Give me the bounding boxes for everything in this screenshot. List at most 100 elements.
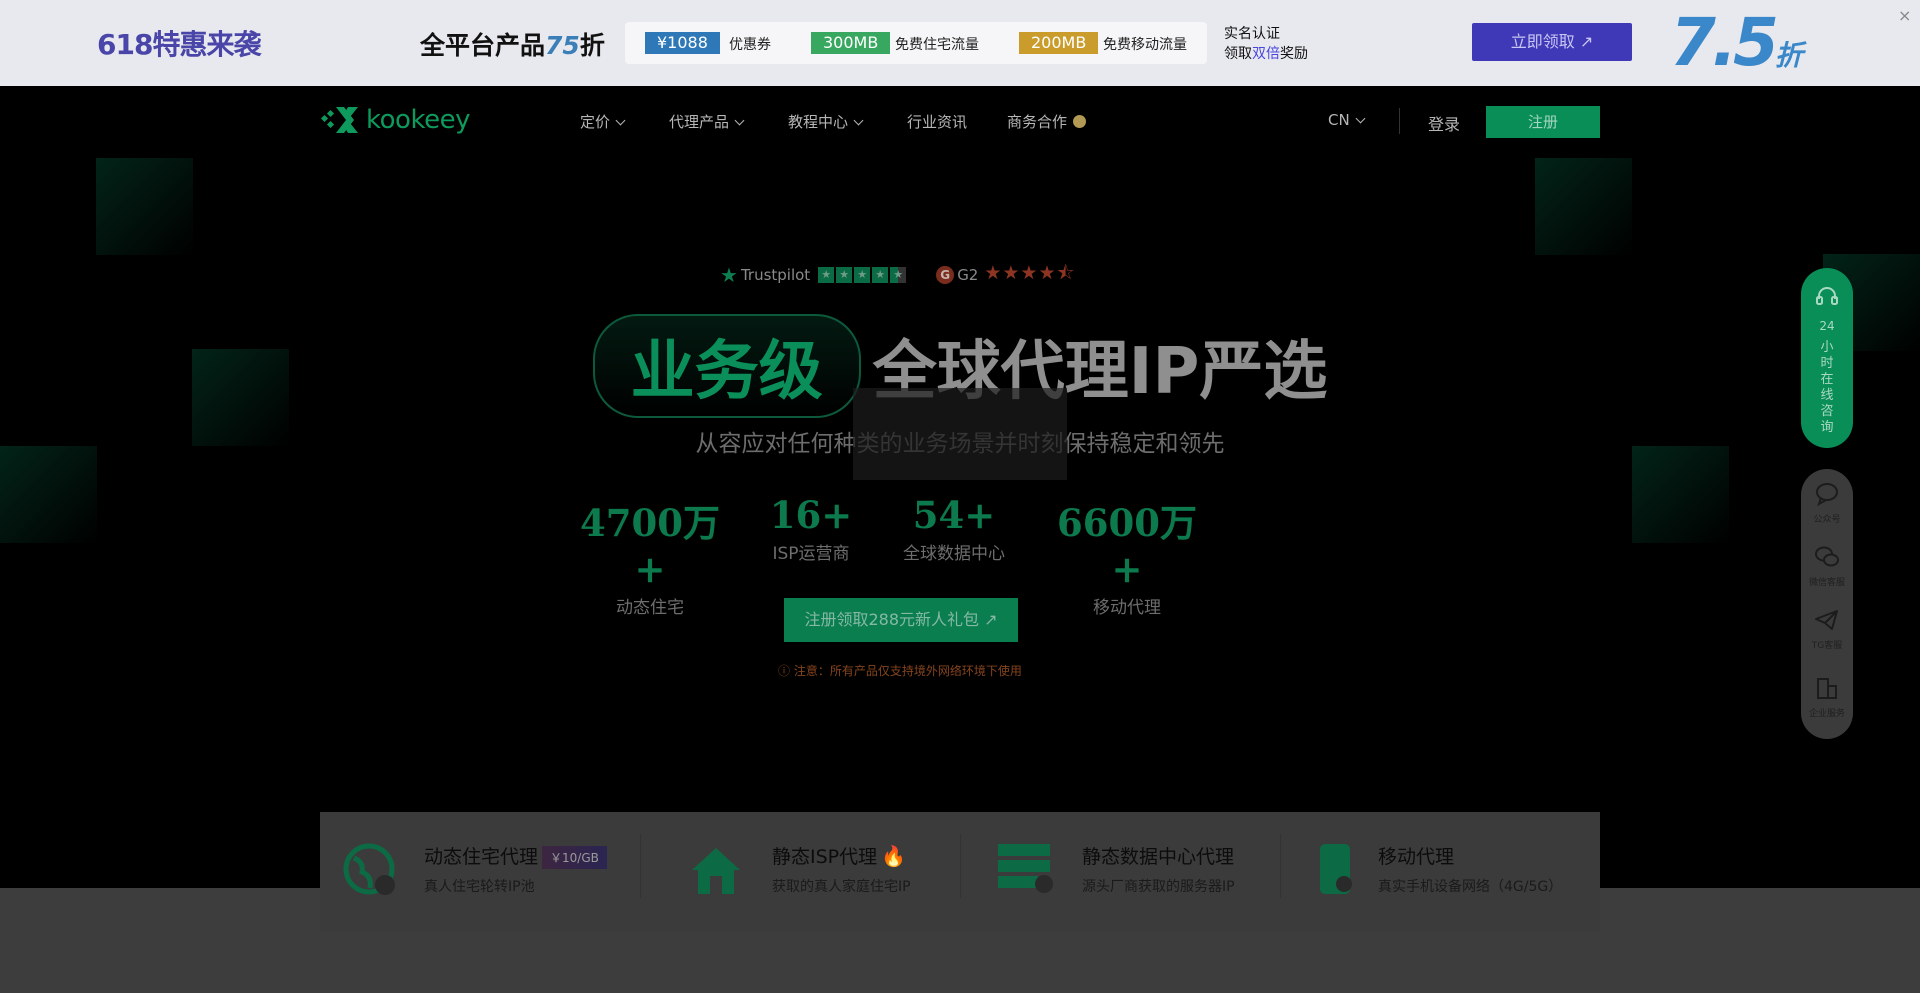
site-logo[interactable]: kookeey (320, 103, 470, 137)
product-title: 静态数据中心代理 (1082, 846, 1235, 868)
verify-line-2-a: 领取 (1224, 46, 1252, 62)
coupon-chip-label: 优惠券 (729, 37, 771, 53)
stat-mobile: 6600万+ 移动代理 (1052, 493, 1202, 618)
decor-glow-square (0, 446, 97, 543)
building-icon (1817, 678, 1837, 699)
language-label: CN (1328, 111, 1350, 129)
verify-reward-text: 实名认证 领取双倍奖励 (1224, 24, 1308, 64)
product-desc: 获取的真人家庭住宅IP (772, 879, 911, 895)
stat-label: ISP运营商 (772, 544, 850, 564)
verify-line-2-b: 双倍 (1252, 46, 1280, 62)
online-consult-button[interactable]: 24 小时在线咨询 (1801, 268, 1853, 448)
stat-value: 4700万+ (580, 501, 720, 591)
side-item-telegram[interactable]: TG客服 (1801, 607, 1853, 651)
star-icon: ★ (854, 267, 871, 283)
g2-stars-icon: ★★★★⯪ (984, 262, 1076, 284)
fire-icon: 🔥 (881, 844, 907, 868)
nav-item-pricing[interactable]: 定价 (580, 111, 626, 132)
g2-logo-icon: G (936, 266, 955, 284)
product-desc: 源头厂商获取的服务器IP (1082, 879, 1235, 895)
headset-icon (1816, 287, 1838, 305)
stat-isp: 16+ ISP运营商 (756, 493, 866, 564)
mobile-chip-value: 200MB (1019, 32, 1099, 54)
register-button[interactable]: 注册 (1486, 106, 1600, 138)
side-item-official-account[interactable]: 公众号 (1801, 481, 1853, 525)
consult-text: 小时在线咨询 (1820, 340, 1834, 435)
nav-item-industry-news-label: 行业资讯 (907, 113, 968, 131)
hero-section: ★ Trustpilot ★ ★ ★ ★ ★ G G2 ★★★★⯪ 业务级 全球… (0, 156, 1920, 888)
promo-sub-suffix: 折 (579, 31, 605, 60)
gold-badge-icon (1073, 115, 1087, 128)
headline-highlight-pill: 业务级 (592, 314, 861, 418)
side-item-label: 企业服务 (1808, 709, 1845, 719)
phone-icon (1320, 844, 1352, 894)
side-item-enterprise[interactable]: 企业服务 (1801, 675, 1853, 719)
product-card-isp[interactable]: 静态ISP代理 🔥 获取的真人家庭住宅IP (640, 812, 960, 932)
promo-discount-badge: 7.5折 (1670, 4, 1803, 81)
server-icon (998, 844, 1053, 893)
wechat-icon (1815, 546, 1839, 567)
product-desc: 真实手机设备网络（4G/5G） (1378, 879, 1563, 895)
verify-line-2: 领取双倍奖励 (1224, 44, 1308, 64)
promo-discount-suffix: 折 (1774, 39, 1803, 72)
nav-item-proxy-products[interactable]: 代理产品 (669, 111, 745, 132)
stat-label: 移动代理 (1093, 598, 1161, 618)
house-icon (692, 848, 740, 894)
nav-item-industry-news[interactable]: 行业资讯 (907, 111, 967, 132)
product-card-residential[interactable]: 动态住宅代理 ￥10/GB 真人住宅轮转IP池 (320, 812, 640, 932)
telegram-icon (1815, 610, 1838, 630)
register-gift-button[interactable]: 注册领取288元新人礼包 ↗ (784, 598, 1018, 642)
g2-label: G2 (957, 266, 979, 284)
chevron-down-icon (853, 115, 864, 126)
globe-icon (343, 843, 395, 895)
product-title-text: 动态住宅代理 (424, 846, 539, 868)
price-badge: ￥10/GB (542, 846, 607, 869)
chevron-down-icon (615, 115, 626, 126)
mobile-chip-label: 免费移动流量 (1103, 37, 1187, 53)
login-link[interactable]: 登录 (1428, 111, 1460, 135)
logo-text: kookeey (366, 105, 470, 135)
star-icon: ★ (890, 267, 907, 283)
promo-banner[interactable]: 618特惠来袭 全平台产品75折 ¥1088 优惠券 300MB 免费住宅流量 … (0, 0, 1920, 86)
decor-glow-square (96, 158, 193, 255)
stat-value: 16+ (769, 493, 853, 537)
stat-residential: 4700万+ 动态住宅 (575, 493, 725, 618)
product-title-text: 静态ISP代理 (772, 846, 878, 868)
residential-chip-value: 300MB (811, 32, 891, 54)
top-navbar: kookeey 定价 代理产品 教程中心 行业资讯 商务合作 CN 登录 注册 (0, 86, 1920, 156)
rating-badges: ★ Trustpilot ★ ★ ★ ★ ★ G G2 ★★★★⯪ (720, 259, 1076, 291)
network-notice: ⓘ 注意：所有产品仅支持境外网络环境下使用 (778, 664, 1022, 678)
trustpilot-stars: ★ ★ ★ ★ ★ (818, 267, 908, 283)
side-item-wechat[interactable]: 微信客服 (1801, 544, 1853, 588)
nav-item-business[interactable]: 商务合作 (1007, 111, 1087, 132)
language-selector[interactable]: CN (1328, 111, 1366, 129)
kookeey-logo-icon (320, 107, 358, 133)
close-icon[interactable]: × (1898, 6, 1911, 25)
side-item-label: TG客服 (1811, 641, 1843, 651)
coupon-chip-value: ¥1088 (645, 32, 720, 54)
product-card-datacenter[interactable]: 静态数据中心代理 源头厂商获取的服务器IP (960, 812, 1280, 932)
residential-chip-label: 免费住宅流量 (895, 37, 979, 53)
star-icon: ★ (818, 267, 835, 283)
trustpilot-star-icon: ★ (720, 263, 738, 287)
nav-item-tutorials[interactable]: 教程中心 (788, 111, 864, 132)
product-card-mobile[interactable]: 移动代理 真实手机设备网络（4G/5G） (1280, 812, 1600, 932)
stat-label: 全球数据中心 (903, 544, 1005, 564)
side-service-panel: 公众号 微信客服 TG客服 企业服务 (1801, 469, 1853, 739)
consult-hours: 24 (1819, 319, 1835, 333)
nav-item-proxy-products-label: 代理产品 (669, 113, 730, 131)
promo-discount-value: 7.5 (1670, 4, 1779, 81)
nav-item-tutorials-label: 教程中心 (788, 113, 849, 131)
nav-divider (1399, 108, 1400, 134)
side-item-label: 微信客服 (1808, 578, 1845, 588)
promo-title: 618特惠来袭 (97, 28, 261, 61)
product-desc: 真人住宅轮转IP池 (424, 879, 535, 895)
chat-bubble-icon (1816, 483, 1838, 507)
stat-value: 54+ (912, 493, 996, 537)
product-title: 移动代理 (1378, 846, 1455, 868)
decor-glow-square (1535, 158, 1632, 255)
promo-sub-highlight: 75 (545, 31, 580, 60)
claim-now-button[interactable]: 立即领取 ↗ (1472, 23, 1632, 61)
nav-item-pricing-label: 定价 (580, 113, 611, 131)
chevron-down-icon (734, 115, 745, 126)
